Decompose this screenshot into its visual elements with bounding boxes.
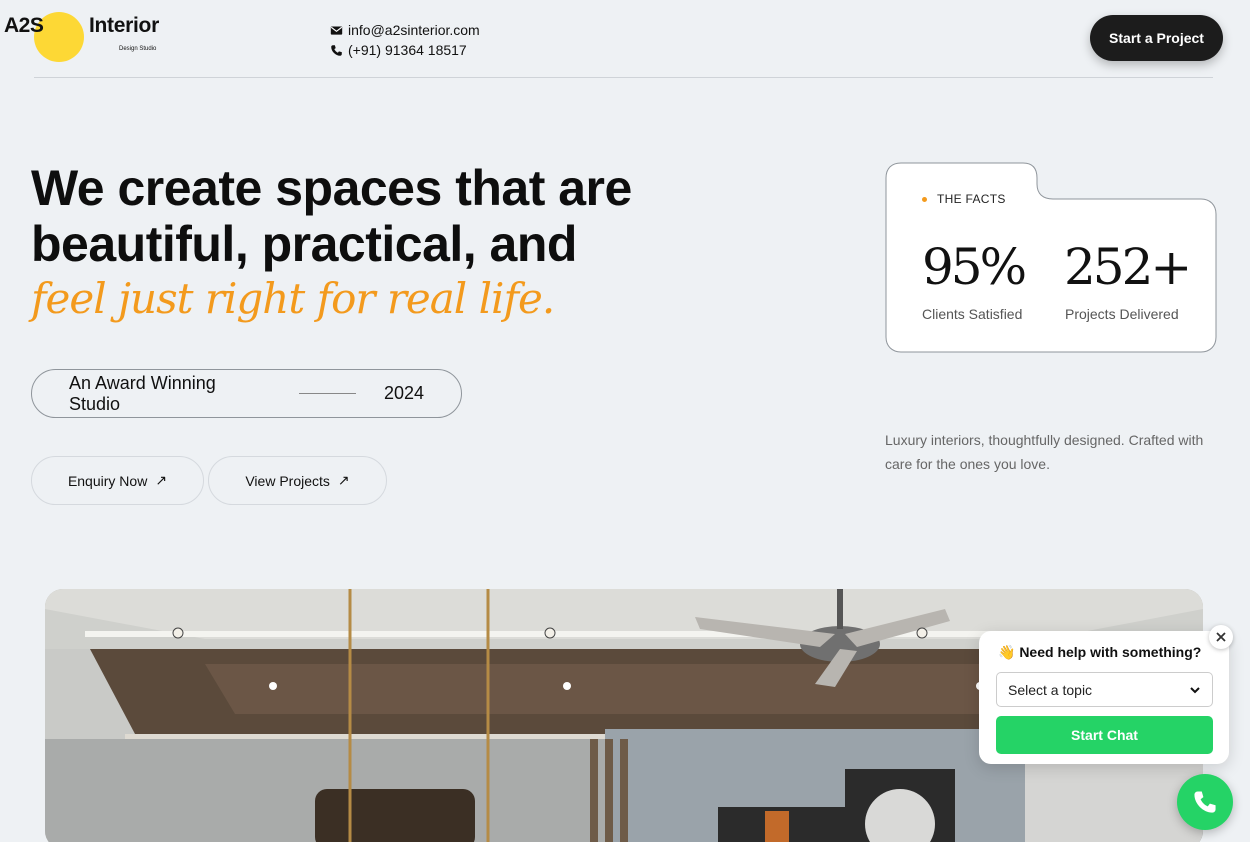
email-link[interactable]: info@a2sinterior.com xyxy=(348,20,480,40)
hero-title: We create spaces that are beautiful, pra… xyxy=(31,160,632,272)
chat-title: 👋 Need help with something? xyxy=(998,644,1202,660)
fact-caption-clients: Clients Satisfied xyxy=(922,306,1023,322)
arrow-up-right-icon: ↗ xyxy=(155,472,168,488)
facts-label: THE FACTS xyxy=(922,192,1006,206)
topic-select-value: Select a topic xyxy=(1008,681,1093,698)
whatsapp-icon xyxy=(1194,791,1216,813)
topic-select[interactable]: Select a topic xyxy=(996,672,1213,707)
email-row[interactable]: info@a2sinterior.com xyxy=(330,20,480,40)
facts-card: THE FACTS 95% Clients Satisfied 252+ Pro… xyxy=(885,162,1217,353)
hero-title-line-2: beautiful, practical, and xyxy=(31,216,577,272)
view-projects-button[interactable]: View Projects ↗ xyxy=(208,456,387,505)
whatsapp-launcher-button[interactable] xyxy=(1177,774,1233,830)
studio-tagline: Luxury interiors, thoughtfully designed.… xyxy=(885,432,1204,472)
phone-row[interactable]: (+91) 91364 18517 xyxy=(330,40,480,60)
hero-italic-line: feel just right for real life. xyxy=(31,274,555,323)
fact-value-clients: 95% xyxy=(922,238,1027,296)
fact-caption-projects: Projects Delivered xyxy=(1065,306,1179,322)
award-badge: An Award Winning Studio 2024 xyxy=(31,369,462,418)
chat-popup: 👋 Need help with something? Select a top… xyxy=(979,631,1229,764)
view-projects-label: View Projects xyxy=(245,472,330,489)
envelope-icon xyxy=(330,25,343,35)
logo-tagline: Design Studio xyxy=(119,46,157,52)
enquiry-now-button[interactable]: Enquiry Now ↗ xyxy=(31,456,204,505)
chevron-down-icon xyxy=(1190,686,1200,693)
phone-link[interactable]: (+91) 91364 18517 xyxy=(348,40,467,60)
header-divider xyxy=(34,77,1213,78)
logo-name: Interior xyxy=(89,14,159,37)
enquiry-now-label: Enquiry Now xyxy=(67,472,148,489)
logo-mark: A2S xyxy=(4,14,44,37)
contact-info: info@a2sinterior.com (+91) 91364 18517 xyxy=(330,20,480,60)
start-chat-button[interactable]: Start Chat xyxy=(996,716,1213,754)
award-divider xyxy=(299,393,356,394)
close-icon[interactable] xyxy=(1209,625,1233,649)
close-glyph xyxy=(1216,632,1226,642)
arrow-up-right-icon: ↗ xyxy=(337,472,350,488)
facts-dot xyxy=(922,196,927,202)
facts-label-text: THE FACTS xyxy=(937,192,1006,206)
phone-icon xyxy=(331,44,342,56)
hero-title-line-1: We create spaces that are xyxy=(31,160,632,216)
award-year: 2024 xyxy=(383,383,424,403)
start-project-button[interactable]: Start a Project xyxy=(1090,15,1223,61)
fact-value-projects: 252+ xyxy=(1064,238,1192,296)
award-label: An Award Winning Studio xyxy=(69,372,216,414)
